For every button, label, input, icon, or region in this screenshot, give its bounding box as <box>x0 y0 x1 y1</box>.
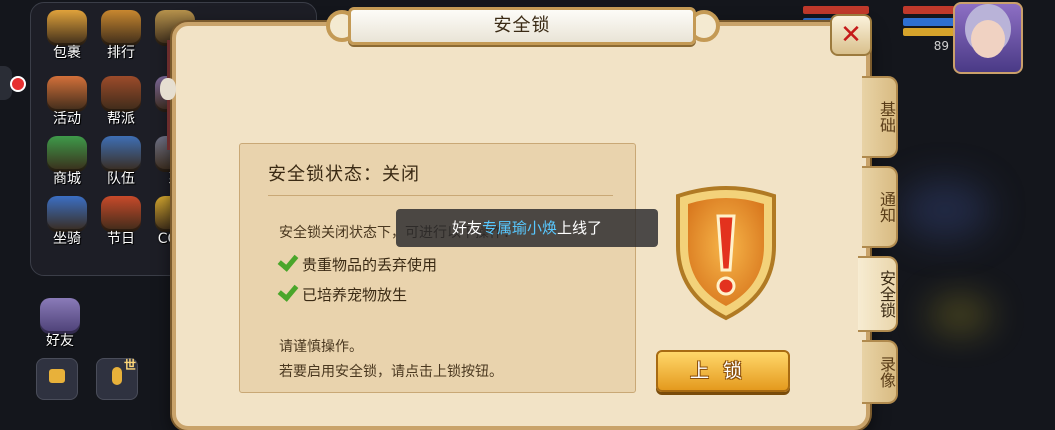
tab-security-lock[interactable]: 安全锁 <box>858 256 898 332</box>
menu-item-label: 排行 <box>107 45 135 61</box>
menu-item[interactable]: 帮派 <box>94 76 148 128</box>
activity-icon <box>47 76 87 112</box>
menu-item-label: 坐骑 <box>53 231 81 247</box>
bag-icon <box>47 10 87 46</box>
ranking-icon <box>101 10 141 46</box>
shop-icon <box>47 136 87 172</box>
menu-item[interactable]: 节日 <box>94 196 148 248</box>
check-item-label: 贵重物品的丢弃使用 <box>302 256 438 274</box>
tab-basic[interactable]: 基础 <box>862 76 898 158</box>
guild-icon <box>101 76 141 112</box>
microphone-icon <box>112 367 122 385</box>
avatar <box>971 20 1005 58</box>
menu-item-label: 活动 <box>53 111 81 127</box>
checkmark-icon <box>274 253 296 273</box>
player-portrait[interactable] <box>953 2 1023 74</box>
close-button[interactable]: ✕ <box>830 14 872 56</box>
player-level: 89 <box>933 39 949 53</box>
player-anger-bar <box>903 28 955 36</box>
menu-item-label: 帮派 <box>107 111 135 127</box>
friend-online-toast: 好友专属瑜小焕上线了 <box>396 209 658 247</box>
lock-button[interactable]: 上锁 <box>656 350 790 392</box>
menu-item-label: 节日 <box>107 231 135 247</box>
pet-hp-bar <box>803 6 869 14</box>
check-item: 贵重物品的丢弃使用 <box>274 253 437 275</box>
player-mp-bar <box>903 18 955 26</box>
menu-item-label: 队伍 <box>107 171 135 187</box>
toast-friend-name: 专属瑜小焕 <box>481 219 557 237</box>
checkmark-icon <box>274 283 296 303</box>
festival-icon <box>101 196 141 232</box>
check-item: 已培养宠物放生 <box>274 283 407 305</box>
menu-item[interactable]: 队伍 <box>94 136 148 188</box>
menu-item[interactable]: 活动 <box>40 76 94 128</box>
caution-text: 请谨慎操作。 <box>279 339 363 355</box>
toast-suffix: 上线了 <box>557 219 603 237</box>
friend-button[interactable]: 好友 <box>32 298 88 350</box>
dialog-title-banner: 安全锁 <box>348 7 696 45</box>
menu-item[interactable]: 坐骑 <box>40 196 94 248</box>
notification-dot <box>10 76 26 92</box>
decorative-charm <box>160 78 176 100</box>
menu-item-label: 商城 <box>53 171 81 187</box>
mount-icon <box>47 196 87 232</box>
team-icon <box>101 136 141 172</box>
tab-notification[interactable]: 通知 <box>862 166 898 248</box>
chat-icon <box>49 369 65 383</box>
tab-replay[interactable]: 录像 <box>862 340 898 404</box>
menu-item-label: 包裹 <box>53 45 81 61</box>
warning-shield-icon <box>676 186 776 321</box>
friend-label: 好友 <box>46 333 74 349</box>
divider <box>268 195 613 196</box>
toast-prefix: 好友 <box>451 219 482 237</box>
instruction-text: 若要启用安全锁，请点击上锁按钮。 <box>279 364 503 380</box>
world-channel-tag: 世 <box>124 358 137 372</box>
check-item-label: 已培养宠物放生 <box>302 286 408 304</box>
close-icon: ✕ <box>840 20 862 50</box>
menu-item[interactable]: 排行 <box>94 10 148 62</box>
dialog-title: 安全锁 <box>493 15 551 36</box>
player-hp-bar <box>903 6 955 14</box>
lock-status-title: 安全锁状态：关闭 <box>268 164 420 185</box>
menu-item[interactable]: 包裹 <box>40 10 94 62</box>
friend-icon <box>40 298 80 334</box>
menu-item[interactable]: 商城 <box>40 136 94 188</box>
chat-button[interactable] <box>36 358 78 400</box>
